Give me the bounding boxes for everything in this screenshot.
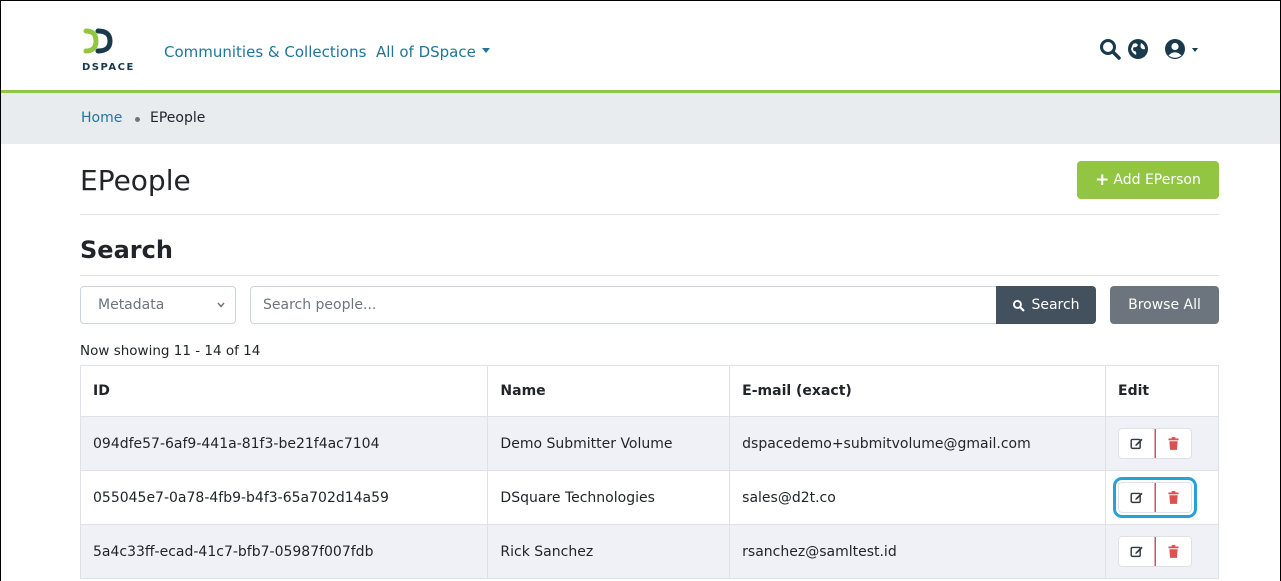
- row-actions: [1118, 536, 1193, 567]
- cell-name: DSquare Technologies: [487, 470, 731, 525]
- cell-id: 094dfe57-6af9-441a-81f3-be21f4ac7104: [79, 416, 489, 471]
- table-row: 055045e7-0a78-4fb9-b4f3-65a702d14a59 DSq…: [79, 470, 1219, 525]
- epeople-table: ID Name E-mail (exact) Edit 094dfe57-6af…: [79, 365, 1219, 579]
- row-actions: [1118, 428, 1193, 459]
- search-icon[interactable]: [1098, 37, 1122, 61]
- column-header-name: Name: [487, 365, 731, 417]
- logo-text: DSPACE: [82, 62, 135, 73]
- edit-icon: [1130, 546, 1143, 558]
- trash-icon: [1168, 545, 1179, 558]
- divider: [80, 275, 1219, 276]
- delete-button[interactable]: [1155, 537, 1191, 566]
- browse-all-button[interactable]: Browse All: [1110, 286, 1219, 324]
- column-header-id: ID: [79, 365, 489, 417]
- table-header-row: ID Name E-mail (exact) Edit: [79, 365, 1219, 417]
- search-button[interactable]: Search: [996, 286, 1096, 324]
- dspace-logo-icon: [83, 28, 113, 54]
- table-row: 5a4c33ff-ecad-41c7-bfb7-05987f007fdb Ric…: [79, 524, 1219, 579]
- results-count: Now showing 11 - 14 of 14: [80, 343, 261, 359]
- add-eperson-label: Add EPerson: [1113, 172, 1201, 188]
- chevron-down-icon: [481, 48, 490, 53]
- nav-all-label: All of DSpace: [376, 43, 476, 61]
- cell-id: 055045e7-0a78-4fb9-b4f3-65a702d14a59: [79, 470, 489, 525]
- delete-button[interactable]: [1155, 483, 1191, 512]
- divider: [80, 214, 1219, 215]
- breadcrumb-home[interactable]: Home: [81, 110, 122, 126]
- edit-button[interactable]: [1119, 483, 1156, 512]
- user-circle-icon[interactable]: [1163, 37, 1187, 61]
- globe-icon[interactable]: [1126, 37, 1150, 61]
- dspace-logo[interactable]: DSPACE: [81, 27, 141, 77]
- breadcrumb-separator: [135, 117, 140, 122]
- cell-edit: [1105, 470, 1219, 525]
- cell-edit: [1105, 524, 1219, 579]
- cell-email: sales@d2t.co: [729, 470, 1107, 525]
- user-menu-chevron-icon[interactable]: [1192, 48, 1198, 52]
- edit-icon: [1130, 492, 1143, 504]
- trash-icon: [1168, 491, 1179, 504]
- top-navbar: DSPACE Communities & Collections All of …: [1, 1, 1280, 90]
- delete-button[interactable]: [1155, 429, 1191, 458]
- search-input[interactable]: [250, 286, 997, 324]
- nav-communities-collections[interactable]: Communities & Collections: [164, 43, 366, 61]
- trash-icon: [1168, 437, 1179, 450]
- search-button-label: Search: [1031, 297, 1080, 313]
- plus-icon: +: [1095, 169, 1110, 190]
- cell-name: Demo Submitter Volume: [487, 416, 731, 471]
- cell-id: 5a4c33ff-ecad-41c7-bfb7-05987f007fdb: [79, 524, 489, 579]
- cell-email: dspacedemo+submitvolume@gmail.com: [729, 416, 1107, 471]
- search-icon: [1013, 299, 1025, 311]
- search-scope-value: Metadata: [98, 297, 165, 313]
- search-scope-select[interactable]: Metadata: [80, 286, 236, 324]
- add-eperson-button[interactable]: + Add EPerson: [1077, 161, 1219, 199]
- breadcrumb: Home EPeople: [1, 93, 1280, 144]
- table-row: 094dfe57-6af9-441a-81f3-be21f4ac7104 Dem…: [79, 416, 1219, 471]
- cell-email: rsanchez@samltest.id: [729, 524, 1107, 579]
- row-actions: [1118, 482, 1193, 513]
- cell-name: Rick Sanchez: [487, 524, 731, 579]
- nav-all-of-dspace[interactable]: All of DSpace: [376, 43, 490, 61]
- cell-edit: [1105, 416, 1219, 471]
- edit-button[interactable]: [1119, 537, 1156, 566]
- edit-button[interactable]: [1119, 429, 1156, 458]
- page-title: EPeople: [80, 164, 191, 197]
- edit-icon: [1130, 438, 1143, 450]
- column-header-edit: Edit: [1105, 365, 1219, 417]
- column-header-email: E-mail (exact): [729, 365, 1107, 417]
- breadcrumb-current: EPeople: [150, 110, 206, 126]
- search-section-title: Search: [80, 236, 173, 264]
- chevron-down-icon: [217, 302, 225, 308]
